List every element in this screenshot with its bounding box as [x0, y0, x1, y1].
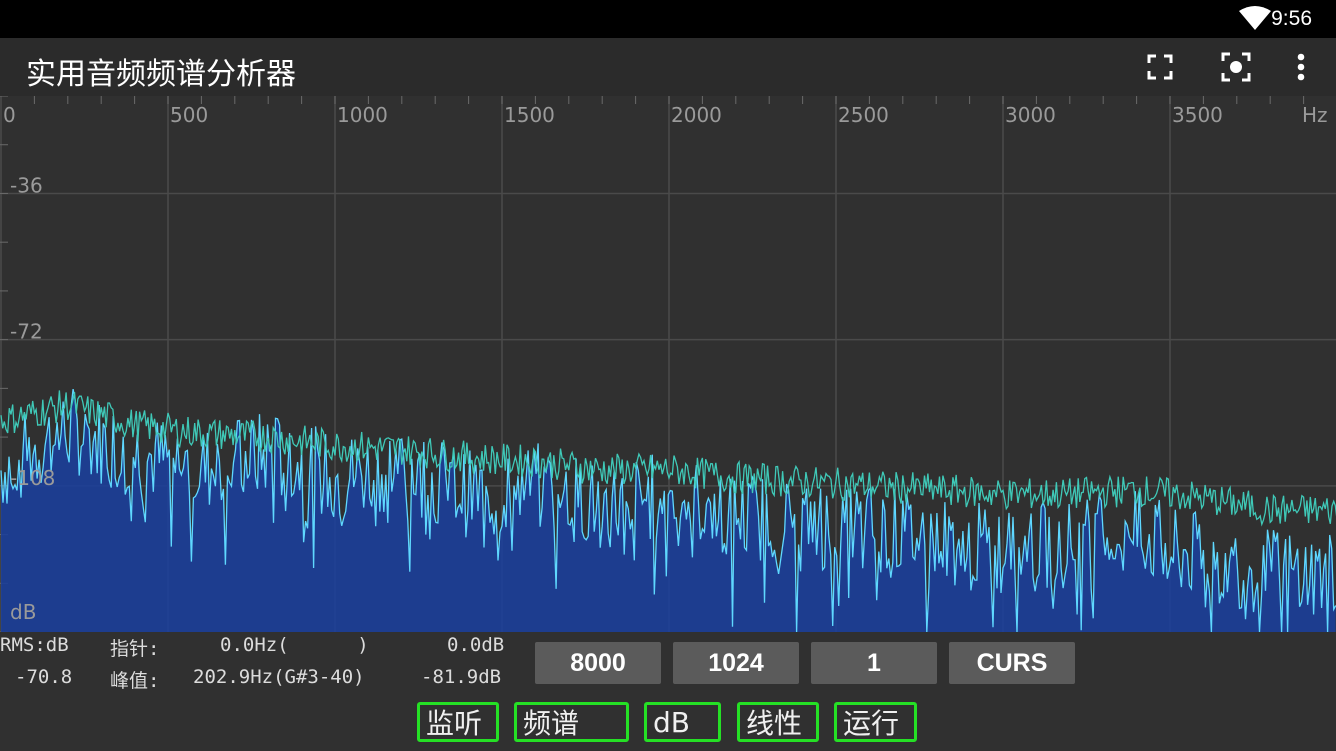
spectrum-chart[interactable]: 0 500 1000 1500 2000 2500 3000 3500 Hz -36 -72 -108… [0, 96, 1336, 632]
x-tick-label: 2000 [671, 103, 722, 127]
app-bar: 实用音频频谱分析器 [0, 38, 1336, 96]
y-unit-label: dB [10, 600, 36, 624]
app-title: 实用音频频谱分析器 [26, 57, 296, 92]
x-tick-label: 1500 [504, 103, 555, 127]
cursor-value: 0.0Hz( ) [220, 634, 369, 656]
rms-label: RMS:dB [0, 634, 69, 656]
screenshot-icon[interactable] [1218, 49, 1254, 85]
peak-db: -81.9dB [421, 666, 502, 688]
spectrum-plot[interactable]: 0 500 1000 1500 2000 2500 3000 3500 Hz -36 -72 -108… [0, 96, 1336, 632]
db-toggle[interactable]: dB [644, 702, 721, 742]
x-tick-label: 3000 [1005, 103, 1056, 127]
x-tick-label: 1000 [337, 103, 388, 127]
more-vert-icon[interactable] [1283, 49, 1319, 85]
spectrum-toggle[interactable]: 频谱 [514, 702, 629, 742]
status-bar: 9:56 [0, 0, 1336, 38]
sample-rate-button[interactable]: 8000 [535, 642, 661, 684]
x-tick-label: 3500 [1172, 103, 1223, 127]
fullscreen-icon[interactable] [1142, 49, 1178, 85]
y-tick-label: -108 [10, 466, 55, 490]
x-unit-label: Hz [1302, 103, 1328, 127]
rms-value: -70.8 [15, 666, 73, 688]
monitor-toggle[interactable]: 监听 [417, 702, 499, 742]
peak-label: 峰值: [110, 670, 160, 692]
x-tick-label: 2500 [838, 103, 889, 127]
linear-toggle[interactable]: 线性 [737, 702, 819, 742]
y-tick-label: -36 [10, 173, 43, 197]
cursor-db: 0.0dB [447, 634, 505, 656]
x-tick-label: 0 [3, 103, 16, 127]
peak-value: 202.9Hz(G#3-40) [193, 666, 365, 688]
y-tick-label: -72 [10, 320, 43, 344]
run-toggle[interactable]: 运行 [834, 702, 917, 742]
fft-size-button[interactable]: 1024 [673, 642, 799, 684]
x-tick-label: 500 [170, 103, 208, 127]
average-button[interactable]: 1 [811, 642, 937, 684]
cursor-label: 指针: [110, 638, 160, 660]
curs-button[interactable]: CURS [949, 642, 1075, 684]
status-clock: 9:56 [1271, 7, 1312, 30]
wifi-icon [1239, 6, 1271, 30]
